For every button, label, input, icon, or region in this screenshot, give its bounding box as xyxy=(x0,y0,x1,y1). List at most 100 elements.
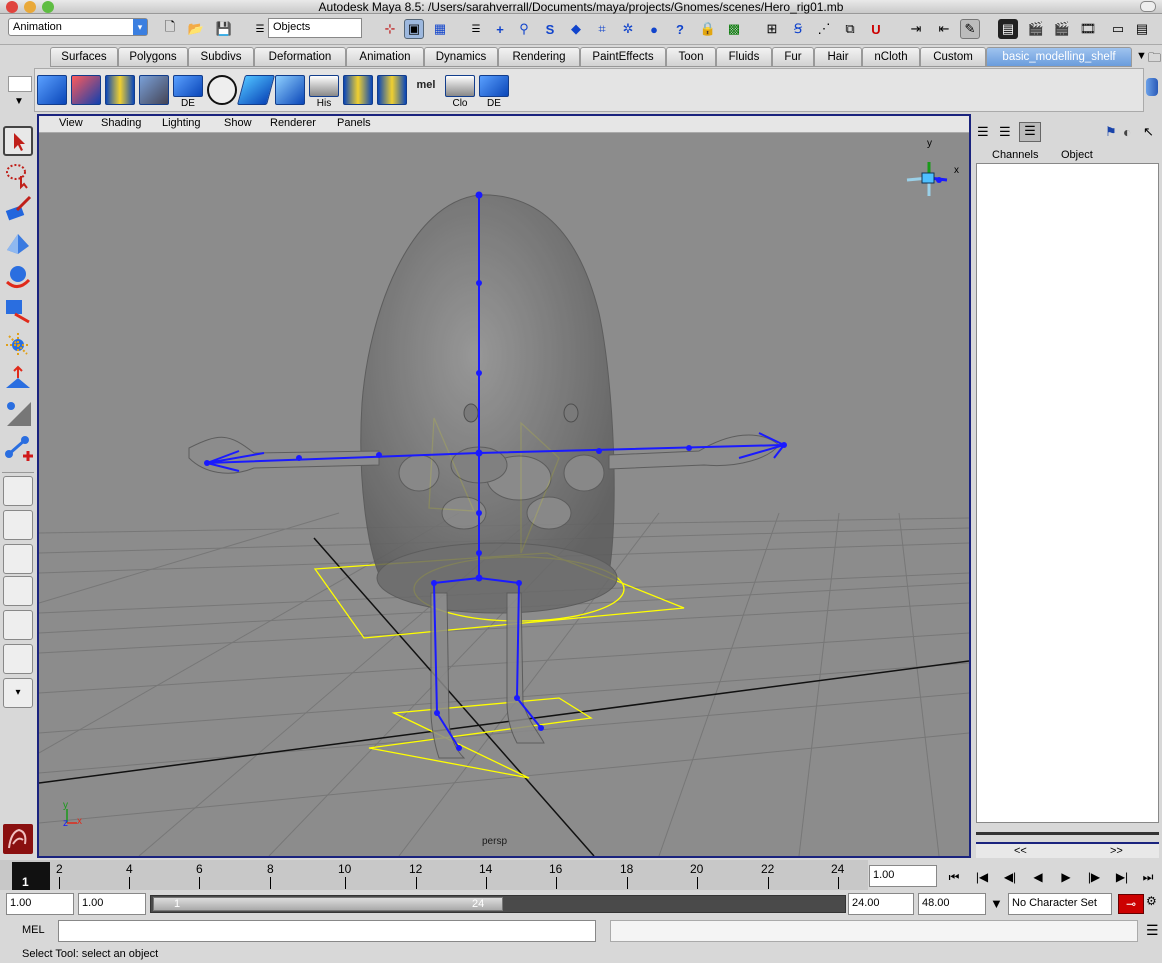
save-scene-icon[interactable]: 💾 xyxy=(214,19,234,39)
shelf-scrollbar[interactable] xyxy=(1146,78,1158,96)
shelf-options-box[interactable] xyxy=(8,76,32,92)
close-window-icon[interactable] xyxy=(6,1,18,13)
selection-mode-field[interactable]: Objects xyxy=(268,18,362,38)
play-forwards-icon[interactable]: ▶ xyxy=(1055,866,1077,888)
end-time-field[interactable]: 48.00 xyxy=(918,893,986,915)
layout-options-chevron-icon[interactable]: ▾ xyxy=(3,678,33,708)
move-tool-icon[interactable] xyxy=(3,228,33,258)
selection-mask-icon[interactable]: ☰ xyxy=(250,19,270,39)
select-dynamics-icon[interactable]: ✲ xyxy=(618,19,638,39)
select-tool-icon[interactable] xyxy=(3,126,33,156)
select-curves-icon[interactable]: S xyxy=(540,19,560,39)
step-back-frame-icon[interactable]: ◀| xyxy=(999,866,1021,888)
tab-rendering[interactable]: Rendering xyxy=(498,47,580,67)
select-handles-icon[interactable]: + xyxy=(490,19,510,39)
outliner-persp-layout-icon[interactable] xyxy=(3,544,33,574)
select-joints-icon[interactable]: ⚲ xyxy=(514,19,534,39)
menu-renderer[interactable]: Renderer xyxy=(270,117,316,129)
go-to-start-icon[interactable]: ⏮ xyxy=(943,866,965,888)
layer-next-button[interactable]: >> xyxy=(1110,845,1123,857)
select-surfaces-icon[interactable]: ◆ xyxy=(566,19,586,39)
command-language-label[interactable]: MEL xyxy=(22,924,45,936)
shelf-circle-icon[interactable] xyxy=(207,75,237,105)
snap-grid-icon[interactable]: ⊞ xyxy=(762,19,782,39)
tab-hair[interactable]: Hair xyxy=(814,47,862,67)
animation-prefs-icon[interactable]: ⚙ xyxy=(1146,894,1160,914)
menu-show[interactable]: Show xyxy=(224,117,252,129)
channel-box-toggle-icon[interactable]: ▤ xyxy=(1132,19,1152,39)
four-view-layout-icon[interactable] xyxy=(3,510,33,540)
character-set-chevron-icon[interactable]: ▼ xyxy=(990,896,1003,911)
shelf-close-icon[interactable] xyxy=(445,75,475,97)
persp-graph-layout-icon[interactable] xyxy=(3,576,33,606)
show-manipulator-icon[interactable] xyxy=(3,398,33,428)
last-used-tool-icon[interactable] xyxy=(3,432,33,462)
step-forward-key-icon[interactable]: ▶| xyxy=(1111,866,1133,888)
menu-set-dropdown[interactable]: Animation ▾ xyxy=(8,18,148,36)
select-rendering-icon[interactable]: ● xyxy=(644,19,664,39)
select-component-icon[interactable]: ▦ xyxy=(430,19,450,39)
tool-settings-icon[interactable]: ↖ xyxy=(1143,124,1154,140)
playback-end-field[interactable]: 24.00 xyxy=(848,893,914,915)
soft-modification-icon[interactable] xyxy=(3,364,33,394)
paint-select-tool-icon[interactable] xyxy=(3,194,33,224)
lasso-tool-icon[interactable] xyxy=(3,160,33,190)
tab-painteffects[interactable]: PaintEffects xyxy=(580,47,666,67)
current-frame-marker[interactable]: 1 xyxy=(12,862,50,890)
mask-menu-icon[interactable]: ☰ xyxy=(466,19,486,39)
scale-tool-icon[interactable] xyxy=(3,296,33,326)
layer-prev-button[interactable]: << xyxy=(1014,845,1027,857)
tab-animation[interactable]: Animation xyxy=(346,47,424,67)
highlight-selection-icon[interactable]: ▩ xyxy=(724,19,744,39)
menu-lighting[interactable]: Lighting xyxy=(162,117,201,129)
select-misc-icon[interactable]: ? xyxy=(670,19,690,39)
attribute-editor-layout-icon[interactable]: ☰ xyxy=(999,124,1011,140)
input-ops-icon[interactable]: ⇥ xyxy=(906,19,926,39)
range-slider-handle[interactable]: 1 24 xyxy=(153,897,503,911)
tab-ncloth[interactable]: nCloth xyxy=(862,47,920,67)
menu-panels[interactable]: Panels xyxy=(337,117,371,129)
tab-deformation[interactable]: Deformation xyxy=(254,47,346,67)
snap-curve-icon[interactable]: Ꞩ xyxy=(788,19,808,39)
open-scene-icon[interactable]: 📂 xyxy=(186,19,206,39)
shelf-combine-icon[interactable] xyxy=(139,75,169,105)
select-hierarchy-icon[interactable]: ⊹ xyxy=(380,19,400,39)
shelf-collapse-chevron-icon[interactable]: ▼ xyxy=(14,96,24,107)
tab-basic-modelling-shelf[interactable]: basic_modelling_shelf xyxy=(986,47,1132,67)
quick-layout-icon[interactable]: ⚑ xyxy=(1105,124,1117,140)
tab-subdivs[interactable]: Subdivs xyxy=(188,47,254,67)
tab-fur[interactable]: Fur xyxy=(772,47,814,67)
shelf-split-icon[interactable] xyxy=(105,75,135,105)
tab-channels[interactable]: Channels xyxy=(992,149,1038,161)
current-time-field[interactable]: 1.00 xyxy=(869,865,937,887)
tab-polygons[interactable]: Polygons xyxy=(118,47,188,67)
time-slider[interactable]: 1 2 4 6 8 10 12 14 16 18 20 22 24 xyxy=(0,860,868,890)
shelf-extrude-icon[interactable] xyxy=(377,75,407,105)
render-current-icon[interactable]: 🎬 xyxy=(1026,19,1046,39)
lock-selection-icon[interactable]: 🔒 xyxy=(698,19,718,39)
menu-view[interactable]: View xyxy=(59,117,83,129)
play-backwards-icon[interactable]: ◀ xyxy=(1027,866,1049,888)
shelf-cube-icon[interactable] xyxy=(37,75,67,105)
snap-point-icon[interactable]: ⋰ xyxy=(814,19,834,39)
tab-object[interactable]: Object xyxy=(1061,149,1093,161)
rotate-tool-icon[interactable] xyxy=(3,262,33,292)
step-back-key-icon[interactable]: |◀ xyxy=(971,866,993,888)
step-forward-frame-icon[interactable]: |▶ xyxy=(1083,866,1105,888)
persp-outliner-graph-layout-icon[interactable] xyxy=(3,644,33,674)
shelf-history-icon[interactable] xyxy=(309,75,339,97)
tab-dynamics[interactable]: Dynamics xyxy=(424,47,498,67)
scene-view[interactable]: y x y z x persp xyxy=(38,133,970,857)
ipr-render-icon[interactable]: 🎬 xyxy=(1052,19,1072,39)
tab-custom[interactable]: Custom xyxy=(920,47,986,67)
single-perspective-layout-icon[interactable] xyxy=(3,476,33,506)
render-view-icon[interactable]: ▤ xyxy=(998,19,1018,39)
menu-shading[interactable]: Shading xyxy=(101,117,141,129)
character-set-field[interactable]: No Character Set xyxy=(1008,893,1112,915)
toolbar-toggle-icon[interactable] xyxy=(1140,1,1156,12)
select-deformations-icon[interactable]: ⌗ xyxy=(592,19,612,39)
tab-surfaces[interactable]: Surfaces xyxy=(50,47,118,67)
select-object-icon[interactable]: ▣ xyxy=(404,19,424,39)
shelf-menu-chevron-icon[interactable]: ▼ xyxy=(1136,50,1147,62)
shelf-delete-edge-2-icon[interactable] xyxy=(479,75,509,97)
